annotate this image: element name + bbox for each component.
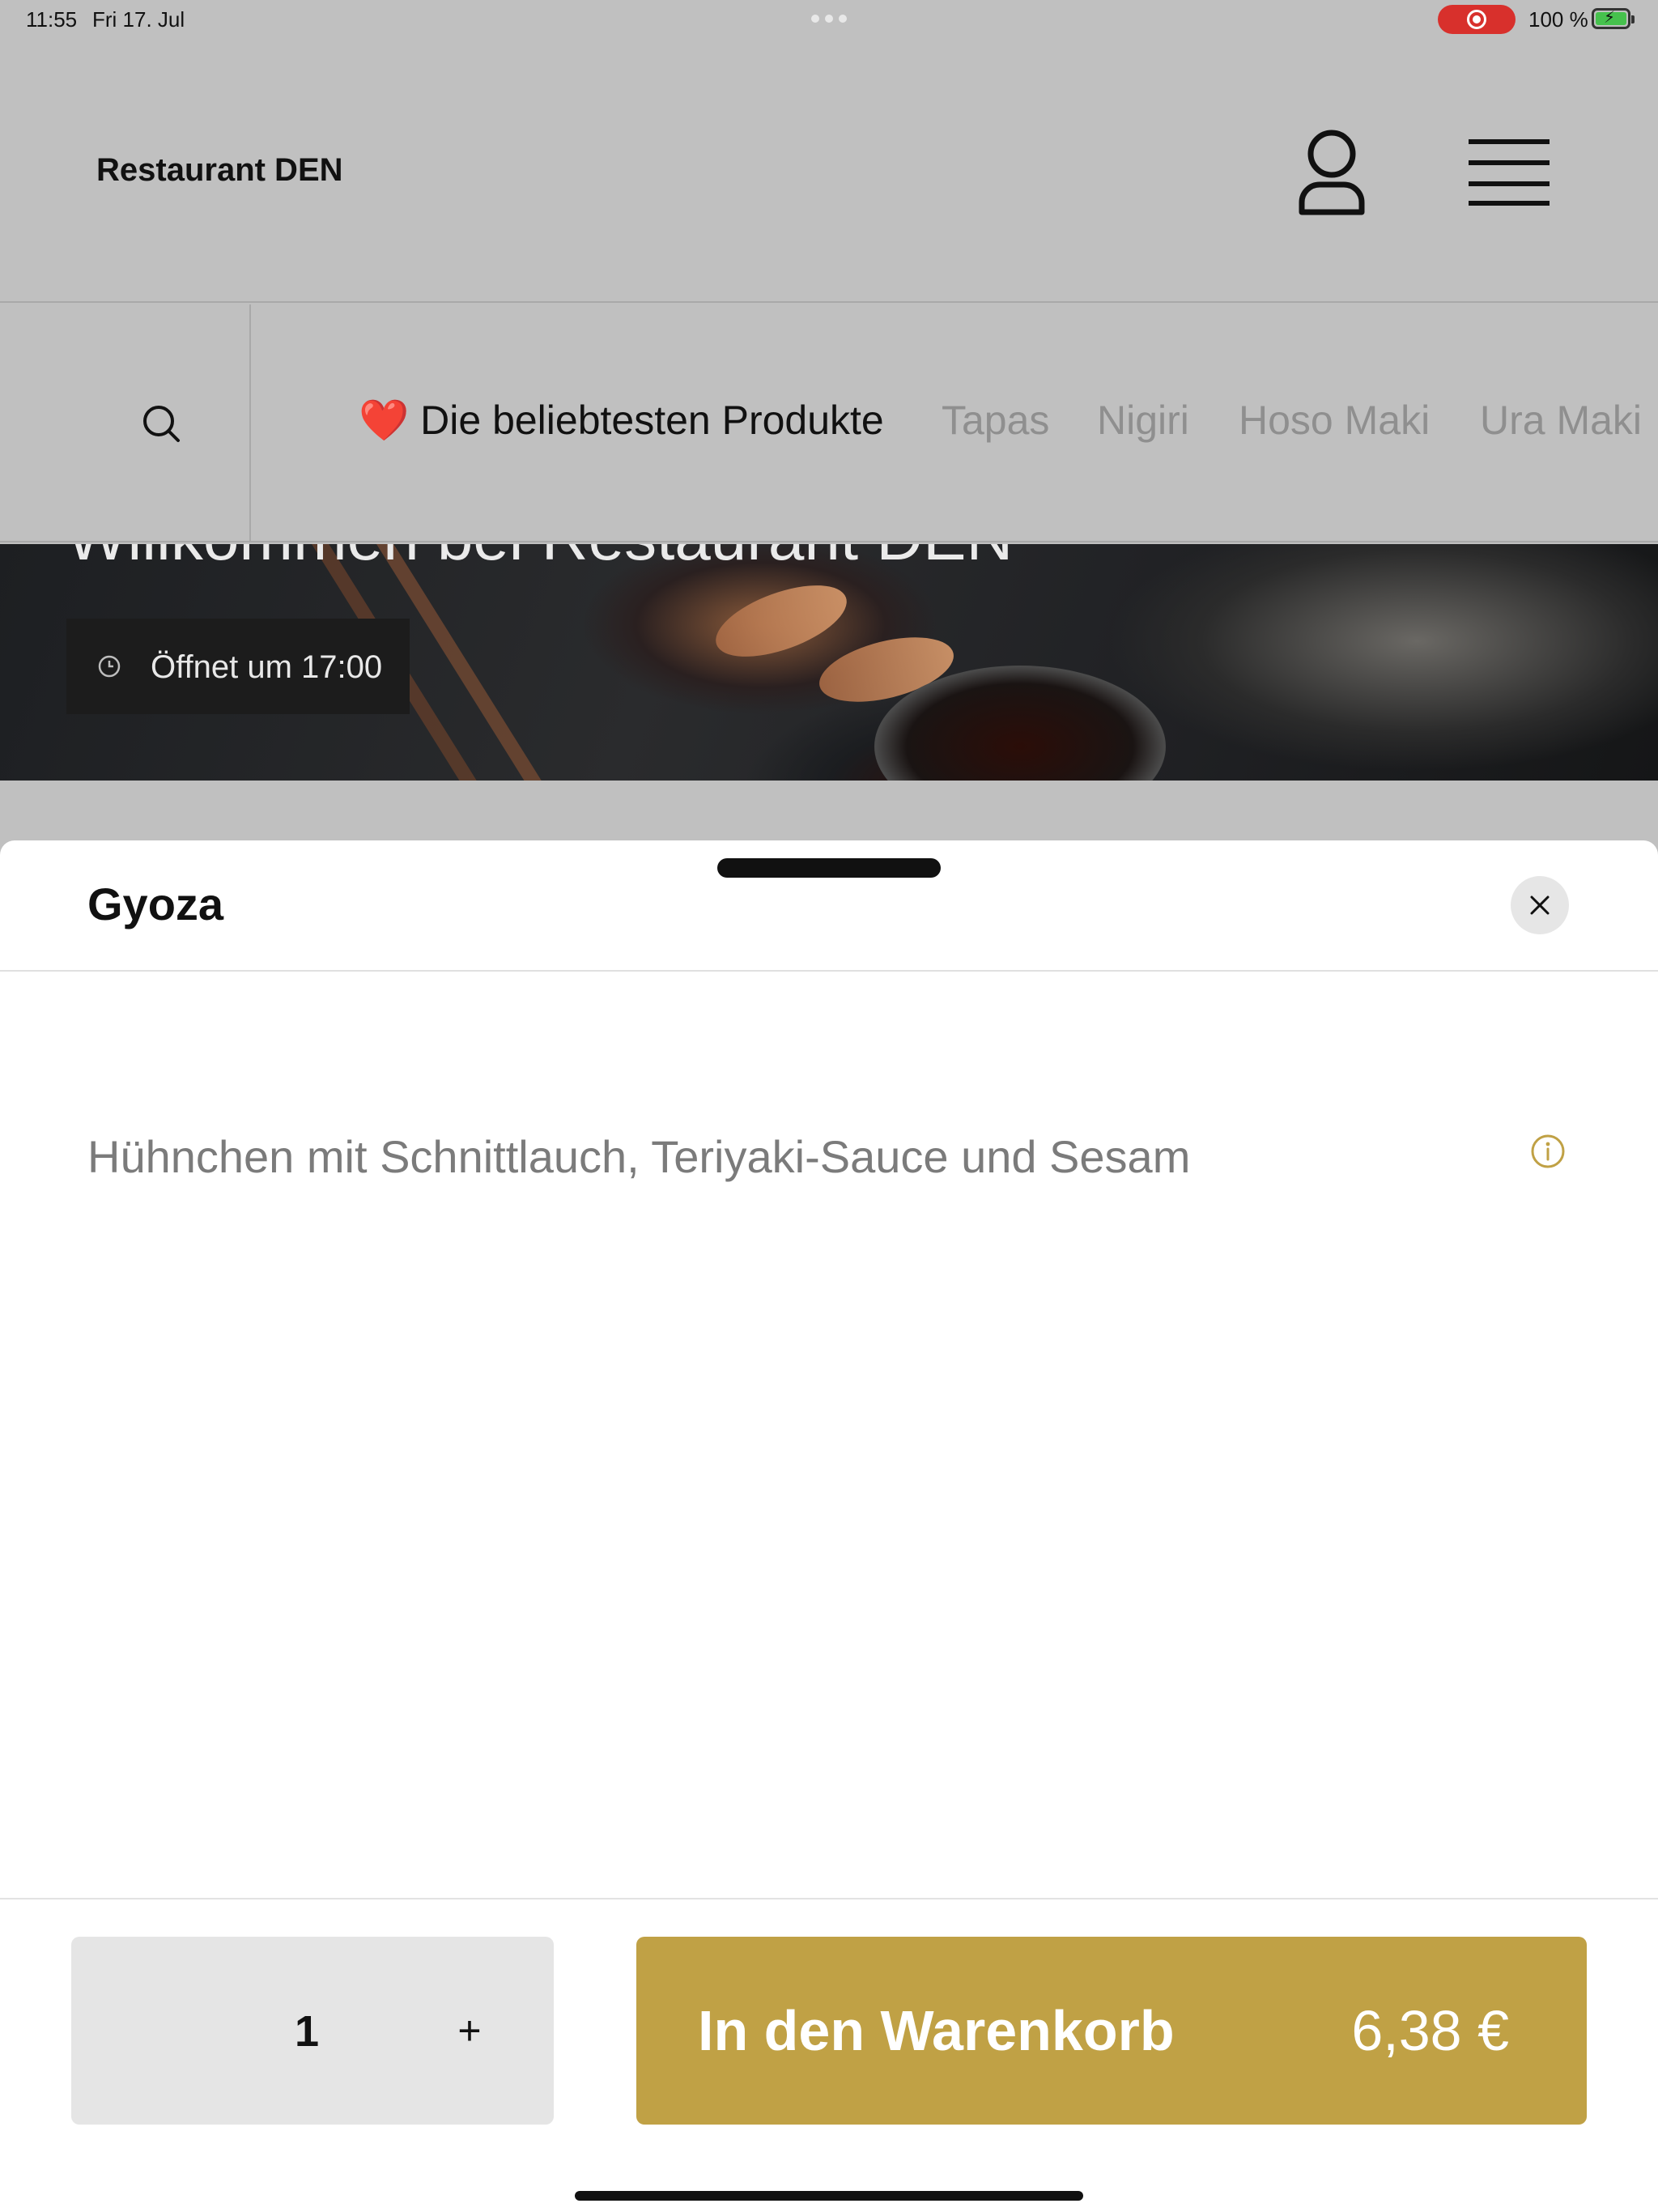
quantity-increase-button[interactable]: + — [445, 2006, 494, 2055]
status-time: 11:55 — [26, 7, 78, 32]
product-sheet: Gyoza Hühnchen mit Schnittlauch, Teriyak… — [0, 840, 1658, 2212]
category-tab-hoso-maki[interactable]: Hoso Maki — [1239, 397, 1430, 444]
add-to-cart-label: In den Warenkorb — [698, 1999, 1175, 2062]
page: 11:55 Fri 17. Jul 100 % Restaurant DEN ❤… — [0, 0, 1658, 2212]
search-button[interactable] — [0, 304, 251, 542]
product-title: Gyoza — [87, 878, 224, 929]
category-tab-nigiri[interactable]: Nigiri — [1097, 397, 1189, 444]
category-tab-ura-maki[interactable]: Ura Maki — [1480, 397, 1642, 444]
battery-icon — [1592, 7, 1635, 29]
close-icon — [1530, 895, 1550, 915]
status-bar: 11:55 Fri 17. Jul 100 % — [0, 0, 1658, 39]
clock-icon — [98, 655, 121, 678]
category-tab-tapas[interactable]: Tapas — [942, 397, 1049, 444]
info-icon[interactable] — [1530, 1134, 1566, 1169]
multitasking-dots-icon[interactable] — [811, 15, 847, 23]
product-price: 6,38 € — [1351, 1999, 1509, 2062]
brand-name[interactable]: Restaurant DEN — [96, 152, 343, 189]
quantity-stepper: 1 + — [71, 1937, 554, 2125]
battery-percentage: 100 % — [1528, 7, 1588, 32]
product-description: Hühnchen mit Schnittlauch, Teriyaki-Sauc… — [87, 1131, 1191, 1182]
user-icon[interactable] — [1295, 128, 1368, 217]
hero-title: Willkommen bei Restaurant DEN — [66, 544, 1013, 575]
opening-hours-text: Öffnet um 17:00 — [151, 649, 383, 685]
sheet-divider — [0, 970, 1658, 972]
site-header: Restaurant DEN — [0, 39, 1658, 303]
home-indicator[interactable] — [575, 2191, 1083, 2201]
hero-image-shrimp — [707, 571, 856, 671]
add-to-cart-button[interactable]: In den Warenkorb 6,38 € — [636, 1937, 1587, 2125]
quantity-value: 1 — [295, 2007, 320, 2056]
status-date: Fri 17. Jul — [92, 7, 185, 32]
opening-hours-badge: Öffnet um 17:00 — [66, 619, 410, 714]
footer-divider — [0, 1898, 1658, 1899]
close-button[interactable] — [1511, 876, 1569, 934]
sheet-grabber[interactable] — [717, 858, 941, 878]
search-icon — [143, 406, 180, 442]
category-nav: ❤️ Die beliebtesten Produkte Tapas Nigir… — [0, 304, 1658, 542]
screen-recording-icon — [1438, 5, 1516, 34]
hero-banner: Willkommen bei Restaurant DEN Öffnet um … — [0, 544, 1658, 781]
hamburger-menu-icon[interactable] — [1469, 138, 1550, 207]
category-tab-popular[interactable]: ❤️ Die beliebtesten Produkte — [359, 397, 884, 445]
